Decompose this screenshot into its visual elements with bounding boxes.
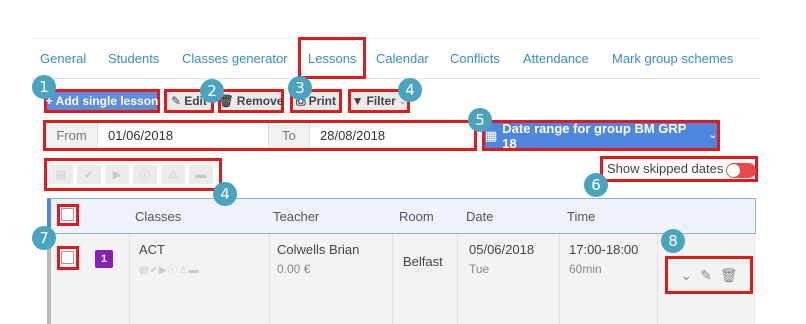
print-label: Print (308, 94, 336, 108)
add-single-lesson-label: Add single lesson (55, 94, 159, 108)
show-skipped-dates-control: Show skipped dates (600, 156, 758, 182)
column-divider (392, 234, 393, 324)
tab-students[interactable]: Students (108, 51, 159, 66)
remove-button[interactable]: 🗑 Remove (218, 89, 284, 113)
callout-marker: 4 (398, 78, 422, 102)
table-row[interactable]: 1 ACT ▤✔▶ⓘ⚠▬ Colwells Brian 0.00 € Belfa… (47, 234, 756, 324)
tab-mark-group-schemes[interactable]: Mark group schemes (612, 51, 733, 66)
column-divider (457, 234, 458, 324)
cell-duration: 60min (569, 262, 602, 276)
column-header-date[interactable]: Date (466, 209, 493, 224)
document-icon[interactable]: ▤ (49, 165, 73, 184)
cell-price: 0.00 € (277, 262, 311, 276)
cell-classes: ACT (139, 242, 165, 257)
callout-marker: 8 (661, 229, 685, 253)
filter-icon: ▼ (351, 94, 364, 108)
table-header: Classes Teacher Room Date Time (47, 198, 756, 234)
trash-icon[interactable]: 🗑 (720, 267, 738, 284)
tab-attendance[interactable]: Attendance (523, 51, 589, 66)
info-icon[interactable]: ⓘ (133, 165, 157, 184)
row-actions: ⌄ ✎ 🗑 (665, 256, 753, 294)
callout-marker: 6 (584, 173, 608, 197)
to-date-input[interactable]: 28/08/2018 (310, 123, 474, 148)
from-date-input[interactable]: 01/06/2018 (98, 123, 268, 148)
column-divider (657, 234, 658, 324)
chevron-down-icon[interactable]: ⌄ (680, 267, 692, 284)
filter-label: Filter (366, 94, 396, 108)
add-single-lesson-button[interactable]: + Add single lesson (44, 89, 160, 113)
bulk-action-icons: ▤ ✔ ▶ ⓘ ⚠ ▬ (44, 158, 222, 191)
column-header-classes[interactable]: Classes (135, 209, 181, 224)
callout-marker: 1 (32, 75, 56, 99)
cell-date: 05/06/2018 (469, 242, 535, 257)
lesson-count-badge: 1 (95, 250, 113, 268)
cell-teacher: Colwells Brian (277, 242, 360, 257)
column-header-room[interactable]: Room (399, 209, 434, 224)
column-header-time[interactable]: Time (567, 209, 595, 224)
callout-marker: 7 (32, 226, 56, 250)
cell-weekday: Tue (469, 262, 490, 276)
warning-icon[interactable]: ⚠ (161, 165, 185, 184)
toggle-knob (727, 164, 740, 177)
callout-marker: 4 (213, 182, 237, 206)
pencil-icon: ✎ (171, 94, 182, 108)
row-checkbox[interactable] (61, 251, 74, 264)
tab-bar: General Students Classes generator Lesso… (32, 37, 760, 79)
column-divider (559, 234, 560, 324)
callout-marker: 3 (288, 76, 312, 100)
lessons-table: Classes Teacher Room Date Time 1 ACT ▤✔▶… (47, 198, 756, 324)
folder-icon[interactable]: ▬ (189, 165, 213, 184)
tab-calendar[interactable]: Calendar (376, 51, 429, 66)
tab-general[interactable]: General (40, 51, 86, 66)
show-skipped-dates-label: Show skipped dates (607, 161, 724, 176)
from-label: From (46, 123, 98, 148)
row-status-icons: ▤✔▶ⓘ⚠▬ (139, 265, 200, 276)
remove-label: Remove (236, 94, 284, 108)
column-divider (129, 234, 130, 324)
calendar-icon: ▦ (485, 127, 498, 143)
select-all-checkbox[interactable] (61, 208, 74, 221)
cell-room: Belfast (403, 254, 443, 269)
show-skipped-dates-toggle[interactable] (726, 163, 756, 178)
to-label: To (268, 123, 310, 148)
tab-lessons[interactable]: Lessons (308, 51, 356, 66)
video-icon[interactable]: ▶ (105, 165, 129, 184)
column-divider (269, 234, 270, 324)
check-icon[interactable]: ✔ (77, 165, 101, 184)
chevron-down-icon: ⌄ (708, 130, 717, 141)
date-range-group-button[interactable]: ▦ Date range for group BM GRP 18 ⌄ (482, 120, 720, 151)
callout-marker: 5 (468, 108, 492, 132)
tab-conflicts[interactable]: Conflicts (450, 51, 500, 66)
column-header-teacher[interactable]: Teacher (273, 209, 319, 224)
tab-classes-generator[interactable]: Classes generator (182, 51, 288, 66)
date-range-group-label: Date range for group BM GRP 18 (502, 120, 687, 151)
date-range-inputs: From 01/06/2018 To 28/08/2018 (43, 120, 477, 151)
callout-marker: 2 (200, 79, 224, 103)
cell-time: 17:00-18:00 (569, 242, 639, 257)
pencil-icon[interactable]: ✎ (700, 267, 712, 284)
